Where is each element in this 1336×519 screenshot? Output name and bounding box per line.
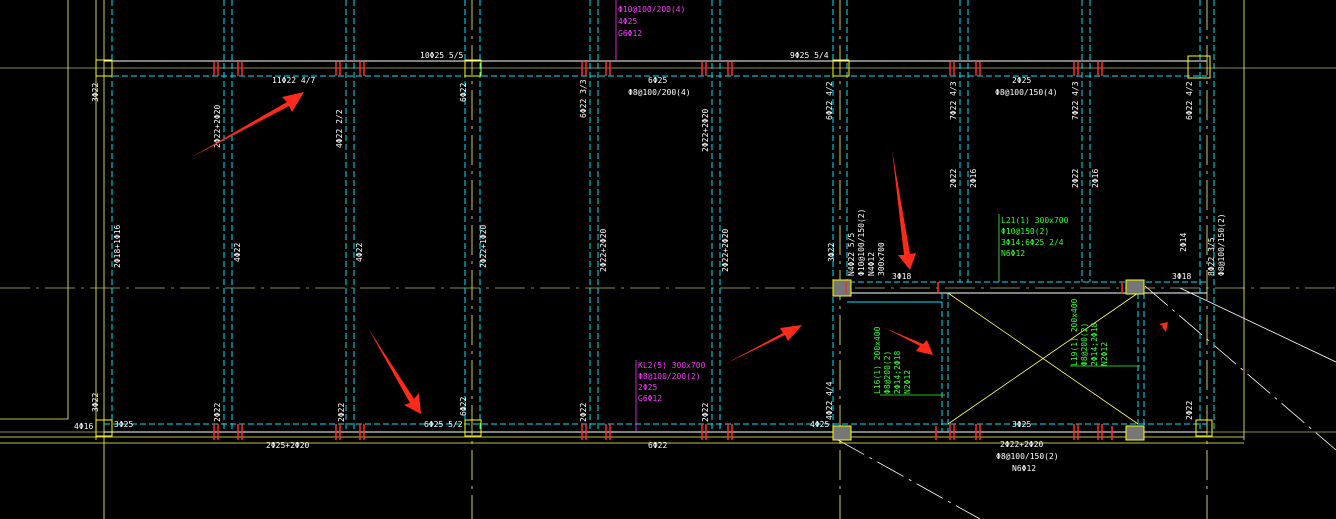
annotation-line: G6Φ12 [618, 29, 642, 38]
beam-label: 10Φ25 5/5 [420, 51, 464, 60]
annotation-line: Φ10@100/150(2) [857, 209, 866, 276]
rebar-label: 6Φ22 4/2 [825, 81, 834, 120]
rebar-label: 4Φ22 [355, 243, 364, 262]
rebar-label: 2Φ22+1Φ20 [479, 224, 488, 268]
rebar-label: 2Φ22+2Φ20 [599, 228, 608, 272]
rebar-label: 2Φ22 [1185, 401, 1194, 420]
cad-drawing-canvas: 10Φ25 5/5 9Φ25 5/4 11Φ22 4/7 6Φ25 Φ8@100… [0, 0, 1336, 519]
beam-label: Φ8@100/150(4) [995, 88, 1058, 97]
beam-label: Φ8@100/200(4) [628, 88, 691, 97]
rebar-label: 2Φ25+2Φ20 [266, 441, 310, 450]
diagonal-lines [837, 285, 1336, 519]
rebar-label: 4Φ22 [233, 243, 242, 262]
rebar-label: 2Φ22+2Φ20 [721, 228, 730, 272]
annotation-line: Φ8@100/150(2) [1217, 213, 1226, 276]
rebar-label: 2Φ16 [969, 169, 978, 188]
rebar-label: 6Φ22 [648, 441, 667, 450]
annotation-line: N2Φ12 [903, 370, 912, 394]
rebar-label: 2Φ22 [579, 403, 588, 422]
rebar-label: 3Φ22 [91, 83, 100, 102]
annotation-line: N4Φ12 [867, 252, 876, 276]
beam-label: 2Φ25 [1012, 76, 1031, 85]
beam-label: 9Φ25 5/4 [790, 51, 829, 60]
annotation-line: 3Φ14;6Φ25 2/4 [1001, 238, 1064, 247]
annotation-line: KL2(5) 300x700 [638, 361, 706, 370]
rebar-label: 7Φ22 4/3 [949, 81, 958, 120]
right-vertical-annotation: 8Φ22 3/5 Φ8@100/150(2) [1207, 213, 1226, 276]
annotation-line: N2Φ12 [1100, 342, 1109, 366]
rebar-label: 2Φ22+2Φ20 [701, 108, 710, 152]
rebar-label: 6Φ25 5/2 [424, 420, 463, 429]
annotation-line: 2Φ25 [638, 383, 657, 392]
magenta-top-annotation: Φ10@100/200(4) 4Φ25 G6Φ12 [615, 0, 685, 60]
rebar-label: 4Φ22 4/4 [825, 381, 834, 420]
annotation-line: 4Φ25 [618, 17, 637, 26]
rebar-label: 6Φ22 4/2 [1185, 81, 1194, 120]
beam-l-vertical-annotation: N4Φ22 5/5 Φ10@100/150(2) N4Φ12 300x700 [847, 209, 886, 276]
annotation-line: Φ8@200(2) [1080, 323, 1089, 366]
green-l21-annotation: L21(1) 300x700 Φ10@150(2) 3Φ14;6Φ25 2/4 … [998, 214, 1069, 282]
rebar-marks [213, 62, 1123, 440]
magenta-kl2-annotation: KL2(5) 300x700 Φ8@100/200(2) 2Φ25 G6Φ12 [635, 360, 706, 432]
rebar-label: 2Φ22 [213, 403, 222, 422]
annotation-line: N6Φ12 [1001, 249, 1025, 258]
rebar-label: 2Φ14 [1179, 233, 1188, 252]
rebar-label: 3Φ22 [91, 393, 100, 412]
arrow-icon [190, 92, 304, 158]
rebar-label: N6Φ12 [1012, 464, 1036, 473]
vertical-rebar-labels: 3Φ22 2Φ22+2Φ20 4Φ22 2/2 6Φ22 6Φ22 3/3 2Φ… [91, 79, 1194, 422]
rebar-label: 4Φ22 2/2 [335, 109, 344, 148]
rebar-label: 2Φ22 [949, 169, 958, 188]
top-labels: 10Φ25 5/5 9Φ25 5/4 11Φ22 4/7 6Φ25 Φ8@100… [272, 51, 1058, 97]
annotation-line: 2Φ14;2Φ18 [1090, 322, 1099, 366]
rebar-label: 2Φ16 [1091, 169, 1100, 188]
annotation-line: 300x700 [877, 242, 886, 276]
rebar-label: 2Φ22 [337, 403, 346, 422]
annotation-line: N4Φ22 5/5 [847, 232, 856, 276]
rebar-label: 2Φ22 [1071, 169, 1080, 188]
rebar-label: 2Φ18+1Φ16 [113, 224, 122, 268]
opening-x [947, 292, 1139, 425]
annotation-line: Φ10@100/200(4) [618, 5, 685, 14]
arrow-icon [368, 328, 421, 414]
rebar-label: 3Φ25 [114, 420, 133, 429]
arrow-icon [725, 325, 802, 364]
bottom-labels: 4Φ16 3Φ25 6Φ25 5/2 4Φ25 2Φ25+2Φ20 6Φ22 3… [74, 420, 1059, 473]
rebar-label: 3Φ25 [1012, 420, 1031, 429]
annotation-line: G6Φ12 [638, 394, 662, 403]
left-wall [0, 0, 69, 420]
green-l19-annotation: L19(1) 200x400 Φ8@200(2) 2Φ14;2Φ18 N2Φ12 [1070, 298, 1140, 367]
annotation-line: L19(1) 200x400 [1070, 298, 1079, 366]
annotation-line: 8Φ22 3/5 [1207, 237, 1216, 276]
rebar-label: 2Φ22+2Φ20 [1000, 440, 1044, 449]
rebar-label: 7Φ22 4/3 [1071, 81, 1080, 120]
rebar-label: 4Φ25 [810, 420, 829, 429]
rebar-label: Φ8@100/150(2) [996, 452, 1059, 461]
annotation-line: L16(1) 200x400 [873, 326, 882, 394]
rebar-label: 2Φ22 [701, 403, 710, 422]
rebar-label: 4Φ16 [74, 422, 93, 431]
arrow-icon [1145, 322, 1168, 350]
rebar-label: 6Φ22 [459, 397, 468, 416]
annotation-line: Φ8@200(2) [883, 351, 892, 394]
annotation-line: 2Φ14;2Φ18 [893, 350, 902, 394]
rebar-label: 3Φ18 [1172, 272, 1191, 281]
rebar-label: 3Φ18 [892, 272, 911, 281]
annotation-line: Φ8@100/200(2) [638, 372, 701, 381]
axis-lines [0, 0, 1336, 519]
annotation-line: Φ10@150(2) [1001, 227, 1049, 236]
beam-label: 6Φ25 [648, 76, 667, 85]
beam-label: 11Φ22 4/7 [272, 76, 316, 85]
mid-labels: 3Φ18 3Φ18 [892, 272, 1191, 281]
annotation-line: L21(1) 300x700 [1001, 216, 1069, 225]
rebar-label: 6Φ22 [459, 83, 468, 102]
rebar-label: 6Φ22 3/3 [579, 79, 588, 118]
arrow-icon [892, 150, 916, 270]
green-l16-annotation: L16(1) 200x400 Φ8@200(2) 2Φ14;2Φ18 N2Φ12 [873, 326, 945, 396]
rebar-label: 3Φ22 [827, 243, 836, 262]
